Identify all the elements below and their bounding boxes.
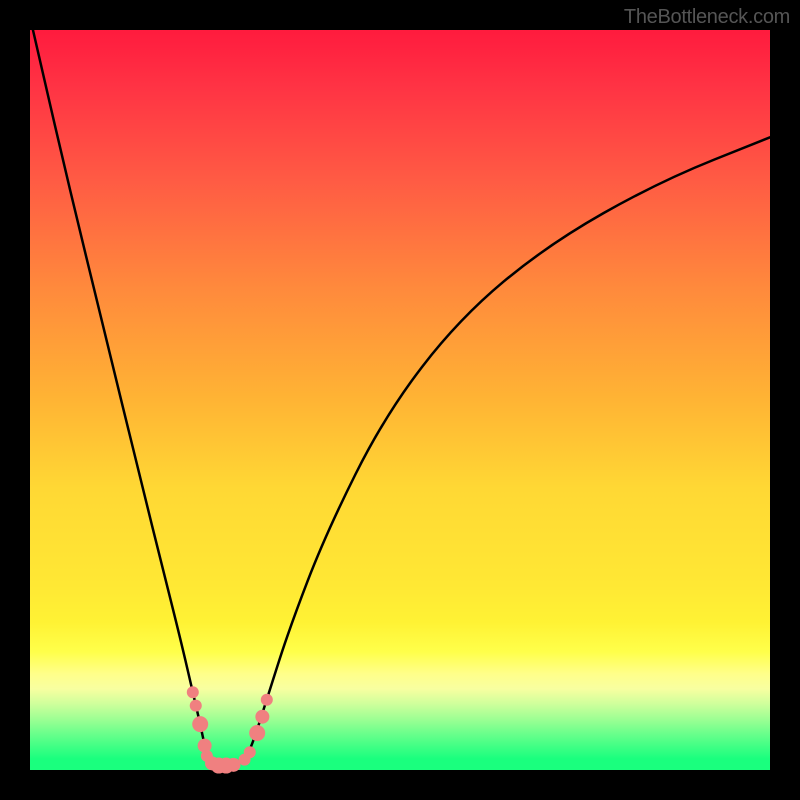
data-marker bbox=[249, 725, 265, 741]
data-marker bbox=[255, 710, 269, 724]
bottleneck-curve bbox=[33, 30, 770, 766]
data-marker bbox=[192, 716, 208, 732]
curve-layer bbox=[30, 30, 770, 770]
data-marker bbox=[261, 694, 273, 706]
data-marker bbox=[187, 686, 199, 698]
watermark-text: TheBottleneck.com bbox=[624, 6, 790, 29]
plot-area bbox=[30, 30, 770, 770]
data-marker bbox=[244, 746, 256, 758]
data-markers bbox=[187, 686, 273, 773]
data-marker bbox=[227, 758, 241, 772]
data-marker bbox=[190, 700, 202, 712]
